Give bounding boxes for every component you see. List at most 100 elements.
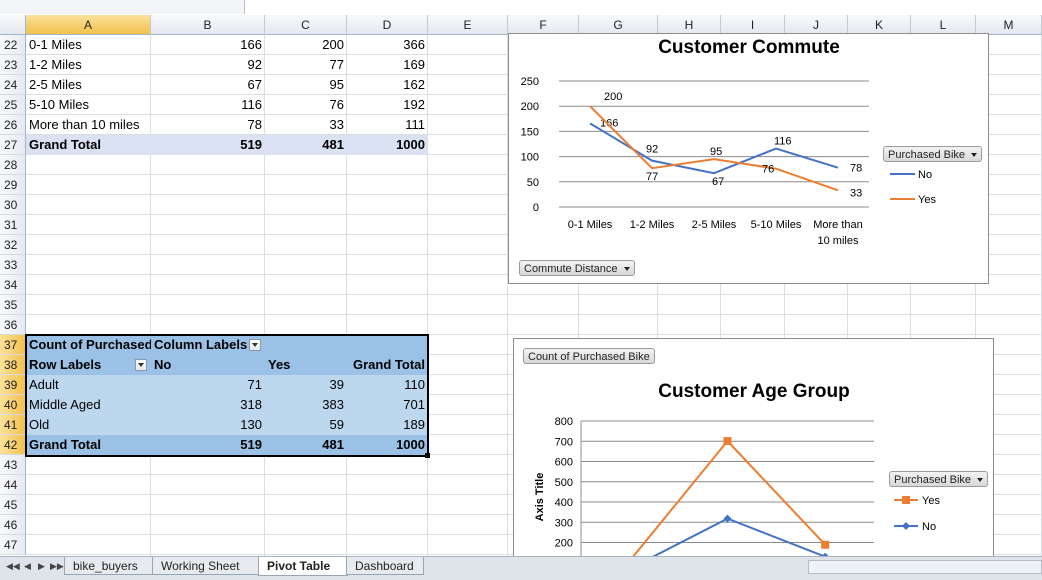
row-header-40[interactable]: 40 [0, 395, 26, 415]
row-header-43[interactable]: 43 [0, 455, 26, 475]
row-header-28[interactable]: 28 [0, 155, 26, 175]
row-header-34[interactable]: 34 [0, 275, 26, 295]
axis-field-button[interactable]: Commute Distance [519, 260, 635, 276]
last-sheet-icon[interactable]: ▶▶ [50, 561, 64, 572]
row-header-38[interactable]: 38 [0, 355, 26, 375]
commute-row-label[interactable]: 0-1 Miles [26, 35, 151, 55]
row-header-41[interactable]: 41 [0, 415, 26, 435]
fill-handle[interactable] [425, 453, 430, 458]
row-header-35[interactable]: 35 [0, 295, 26, 315]
y-tick-label: 800 [555, 416, 573, 428]
column-header-g[interactable]: G [579, 15, 658, 35]
name-box[interactable] [0, 0, 245, 14]
first-sheet-icon[interactable]: ◀◀ [6, 561, 20, 572]
row-header-31[interactable]: 31 [0, 215, 26, 235]
commute-yes-value[interactable]: 33 [265, 115, 347, 135]
sheet-tab-bar: ◀◀ ◀ ▶ ▶▶ bike_buyers Working Sheet Pivot … [0, 556, 1042, 580]
legend-field-button-2[interactable]: Purchased Bike [889, 471, 989, 487]
row-header-25[interactable]: 25 [0, 95, 26, 115]
commute-chart[interactable]: Customer Commute 0 50 100 150 200 250 0-1 Miles… [508, 33, 989, 284]
dropdown-arrow-icon [977, 478, 984, 483]
column-header-l[interactable]: L [911, 15, 976, 35]
worksheet-grid[interactable]: ABCDEFGHIJKLM 22 23 24 25 26 27 28 29 30 31 32 33 34… [0, 15, 1042, 556]
value-field-button[interactable]: Count of Purchased Bike [523, 348, 655, 364]
row-header-24[interactable]: 24 [0, 75, 26, 95]
column-header-h[interactable]: H [658, 15, 721, 35]
y-tick-label: 150 [521, 126, 539, 138]
value-field-label: Count of Purchased Bike [528, 351, 650, 363]
commute-grand-total-label[interactable]: Grand Total [26, 135, 151, 155]
commute-row-label[interactable]: More than 10 miles [26, 115, 151, 135]
row-header-47[interactable]: 47 [0, 535, 26, 555]
sheet-tab-pivot-table[interactable]: Pivot Table [258, 557, 348, 576]
commute-yes-value[interactable]: 76 [265, 95, 347, 115]
column-header-c[interactable]: C [265, 15, 347, 35]
commute-no-value[interactable]: 166 [151, 35, 265, 55]
column-header-i[interactable]: I [721, 15, 785, 35]
x-tick-label: 0-1 Miles [568, 219, 613, 231]
row-header-27[interactable]: 27 [0, 135, 26, 155]
row-header-42[interactable]: 42 [0, 435, 26, 455]
age-group-chart[interactable]: Customer Age Group1002003004005006007008… [513, 338, 994, 556]
commute-row-label[interactable]: 2-5 Miles [26, 75, 151, 95]
row-header-33[interactable]: 33 [0, 255, 26, 275]
commute-total-value[interactable]: 169 [347, 55, 428, 75]
y-tick-label: 50 [527, 177, 539, 189]
commute-no-value[interactable]: 116 [151, 95, 265, 115]
commute-yes-value[interactable]: 95 [265, 75, 347, 95]
commute-grand-total-all[interactable]: 1000 [347, 135, 428, 155]
column-header-m[interactable]: M [976, 15, 1042, 35]
column-header-j[interactable]: J [785, 15, 848, 35]
next-sheet-icon[interactable]: ▶ [38, 561, 45, 572]
commute-total-value[interactable]: 111 [347, 115, 428, 135]
row-header-30[interactable]: 30 [0, 195, 26, 215]
commute-row-label[interactable]: 5-10 Miles [26, 95, 151, 115]
y-tick-label: 250 [521, 76, 539, 88]
legend-label: Yes [918, 194, 936, 206]
row-header-45[interactable]: 45 [0, 495, 26, 515]
row-header-36[interactable]: 36 [0, 315, 26, 335]
commute-grand-total-no[interactable]: 519 [151, 135, 265, 155]
data-label: 95 [710, 146, 722, 158]
row-header-37[interactable]: 37 [0, 335, 26, 355]
commute-total-value[interactable]: 162 [347, 75, 428, 95]
commute-total-value[interactable]: 192 [347, 95, 428, 115]
sheet-tab-bike_buyers[interactable]: bike_buyers [64, 557, 154, 575]
data-label: 76 [762, 164, 774, 176]
row-header-44[interactable]: 44 [0, 475, 26, 495]
row-header-32[interactable]: 32 [0, 235, 26, 255]
horizontal-scrollbar[interactable] [808, 560, 1042, 574]
row-header-23[interactable]: 23 [0, 55, 26, 75]
row-header-46[interactable]: 46 [0, 515, 26, 535]
commute-no-value[interactable]: 78 [151, 115, 265, 135]
column-header-b[interactable]: B [151, 15, 265, 35]
y-tick-label: 200 [555, 538, 573, 550]
data-marker-yes [723, 437, 732, 446]
commute-total-value[interactable]: 366 [347, 35, 428, 55]
commute-no-value[interactable]: 92 [151, 55, 265, 75]
column-header-k[interactable]: K [848, 15, 911, 35]
legend-label: Yes [922, 495, 940, 507]
prev-sheet-icon[interactable]: ◀ [24, 561, 31, 572]
commute-yes-value[interactable]: 77 [265, 55, 347, 75]
column-header-e[interactable]: E [428, 15, 508, 35]
commute-row-label[interactable]: 1-2 Miles [26, 55, 151, 75]
column-header-a[interactable]: A [26, 15, 151, 35]
row-header-29[interactable]: 29 [0, 175, 26, 195]
dropdown-arrow-icon [971, 153, 978, 158]
column-header-f[interactable]: F [508, 15, 579, 35]
row-header-26[interactable]: 26 [0, 115, 26, 135]
column-header-d[interactable]: D [347, 15, 428, 35]
row-header-39[interactable]: 39 [0, 375, 26, 395]
y-tick-label: 500 [555, 477, 573, 489]
commute-no-value[interactable]: 67 [151, 75, 265, 95]
x-tick-label: More than [813, 219, 863, 231]
legend-field-button[interactable]: Purchased Bike [883, 146, 983, 162]
age-group-chart-svg: Customer Age Group1002003004005006007008… [534, 381, 940, 556]
commute-yes-value[interactable]: 200 [265, 35, 347, 55]
select-all-corner[interactable] [0, 15, 26, 35]
commute-grand-total-yes[interactable]: 481 [265, 135, 347, 155]
sheet-tab-working-sheet[interactable]: Working Sheet [152, 557, 260, 575]
row-header-22[interactable]: 22 [0, 35, 26, 55]
sheet-tab-dashboard[interactable]: Dashboard [346, 557, 424, 575]
